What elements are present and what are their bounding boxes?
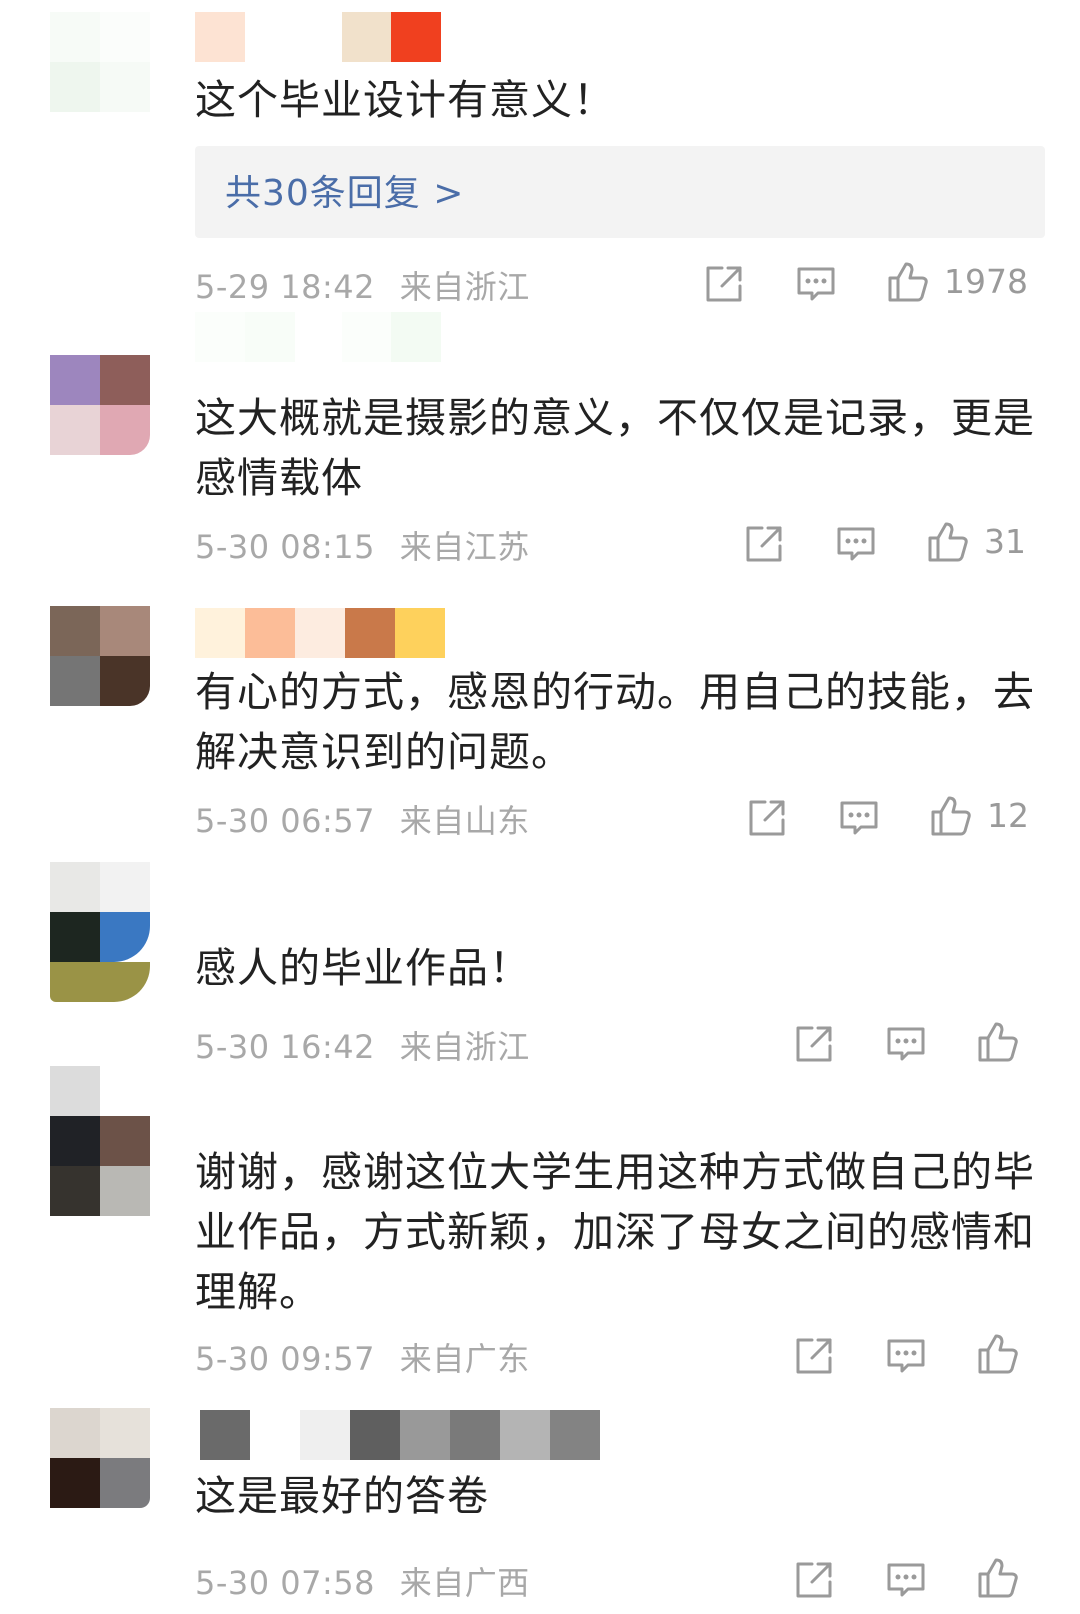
comment-text: 这个毕业设计有意义！ bbox=[195, 76, 615, 124]
comment-icon[interactable] bbox=[834, 522, 878, 566]
username-pixelated[interactable] bbox=[195, 608, 445, 658]
thumbs-up-icon[interactable] bbox=[886, 260, 930, 304]
username-pixelated[interactable] bbox=[195, 312, 441, 362]
username-pixelated[interactable] bbox=[200, 1410, 600, 1460]
share-icon[interactable] bbox=[742, 522, 786, 566]
timestamp: 5-30 08:15 bbox=[195, 528, 376, 566]
like-count: 1978 bbox=[944, 262, 1028, 301]
avatar-lower-band bbox=[50, 962, 150, 1002]
share-icon[interactable] bbox=[792, 1334, 836, 1378]
comment-icon[interactable] bbox=[884, 1022, 928, 1066]
comment-meta: 5-30 09:57 来自广东 bbox=[195, 1334, 530, 1380]
comment-icon[interactable] bbox=[884, 1334, 928, 1378]
avatar[interactable] bbox=[50, 606, 150, 706]
timestamp: 5-30 06:57 bbox=[195, 802, 376, 840]
comment-icon[interactable] bbox=[794, 262, 838, 306]
location: 来自山东 bbox=[399, 802, 530, 840]
comment-meta: 5-29 18:42 来自浙江 bbox=[195, 262, 530, 308]
timestamp: 5-30 09:57 bbox=[195, 1340, 376, 1378]
comment-meta: 5-30 16:42 来自浙江 bbox=[195, 1022, 530, 1068]
comment-text: 这大概就是摄影的意义，不仅仅是记录，更是感情载体 bbox=[195, 394, 1035, 502]
thumbs-up-icon[interactable] bbox=[976, 1020, 1020, 1064]
avatar[interactable] bbox=[50, 1066, 150, 1216]
location: 来自浙江 bbox=[399, 1028, 530, 1066]
share-icon[interactable] bbox=[702, 262, 746, 306]
avatar[interactable] bbox=[50, 355, 150, 455]
comment-meta: 5-30 08:15 来自江苏 bbox=[195, 522, 530, 568]
thumbs-up-icon[interactable] bbox=[976, 1556, 1020, 1600]
avatar[interactable] bbox=[50, 862, 150, 962]
comment-meta: 5-30 07:58 来自广西 bbox=[195, 1558, 530, 1604]
share-icon[interactable] bbox=[792, 1558, 836, 1602]
view-replies-link[interactable]: 共30条回复 > bbox=[225, 164, 464, 216]
replies-box[interactable]: 共30条回复 > bbox=[195, 146, 1045, 238]
comment-meta: 5-30 06:57 来自山东 bbox=[195, 796, 530, 842]
thumbs-up-icon[interactable] bbox=[976, 1332, 1020, 1376]
timestamp: 5-30 07:58 bbox=[195, 1564, 376, 1602]
location: 来自浙江 bbox=[399, 268, 530, 306]
comment-icon[interactable] bbox=[837, 796, 881, 840]
share-icon[interactable] bbox=[792, 1022, 836, 1066]
comment-icon[interactable] bbox=[884, 1558, 928, 1602]
timestamp: 5-30 16:42 bbox=[195, 1028, 376, 1066]
location: 来自广东 bbox=[399, 1340, 530, 1378]
comment-text: 有心的方式，感恩的行动。用自己的技能，去解决意识到的问题。 bbox=[195, 668, 1035, 776]
location: 来自江苏 bbox=[399, 528, 530, 566]
comment-text: 感人的毕业作品！ bbox=[195, 944, 531, 992]
location: 来自广西 bbox=[399, 1564, 530, 1602]
timestamp: 5-29 18:42 bbox=[195, 268, 376, 306]
like-count: 12 bbox=[987, 796, 1029, 835]
username-pixelated[interactable] bbox=[195, 12, 441, 62]
like-count: 31 bbox=[984, 522, 1026, 561]
comment-text: 谢谢，感谢这位大学生用这种方式做自己的毕业作品，方式新颖，加深了母女之间的感情和… bbox=[195, 1148, 1035, 1316]
share-icon[interactable] bbox=[745, 796, 789, 840]
thumbs-up-icon[interactable] bbox=[929, 794, 973, 838]
avatar[interactable] bbox=[50, 1408, 150, 1508]
thumbs-up-icon[interactable] bbox=[926, 520, 970, 564]
comment-text: 这是最好的答卷 bbox=[195, 1472, 489, 1520]
avatar[interactable] bbox=[50, 12, 150, 112]
